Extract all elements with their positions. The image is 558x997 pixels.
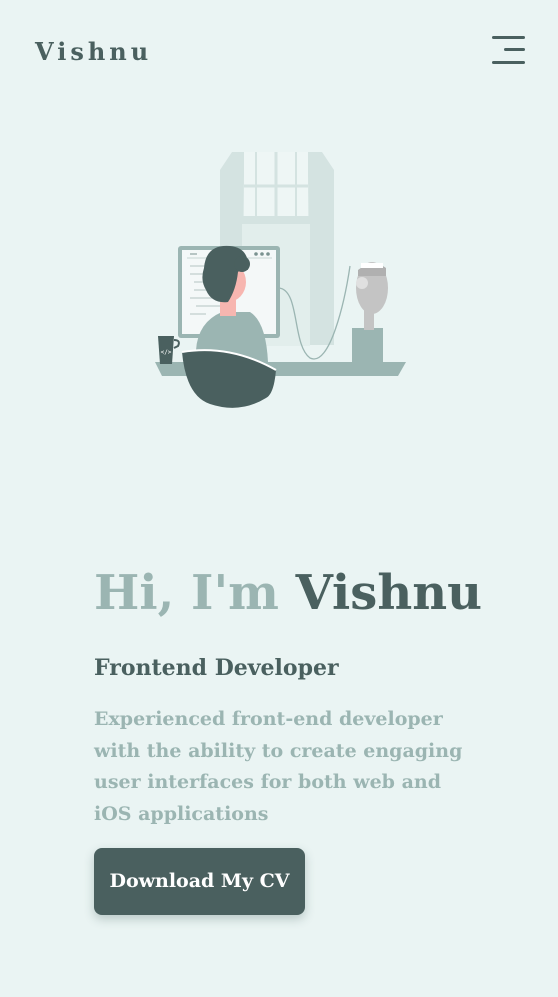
greeting-prefix: Hi, I'm [94,565,296,621]
hamburger-menu-icon[interactable] [487,33,529,71]
menu-line-middle [504,48,525,51]
svg-text:</>: </> [161,349,172,356]
menu-line-bottom [492,61,525,64]
bust-head [356,262,388,330]
greeting-name: Vishnu [295,565,483,621]
bio-text: Experienced front-end developer with the… [94,708,463,825]
pedestal [352,328,383,364]
menu-line-top [492,36,525,39]
developer-illustration: </> [155,152,406,408]
job-title: Frontend Developer [94,655,339,681]
download-cv-button[interactable]: Download My CV [94,848,305,915]
coffee-cup: </> [158,336,180,364]
hero-heading: Hi, I'm Vishnu [94,560,482,626]
site-logo-text[interactable]: Vishnu [35,34,152,70]
